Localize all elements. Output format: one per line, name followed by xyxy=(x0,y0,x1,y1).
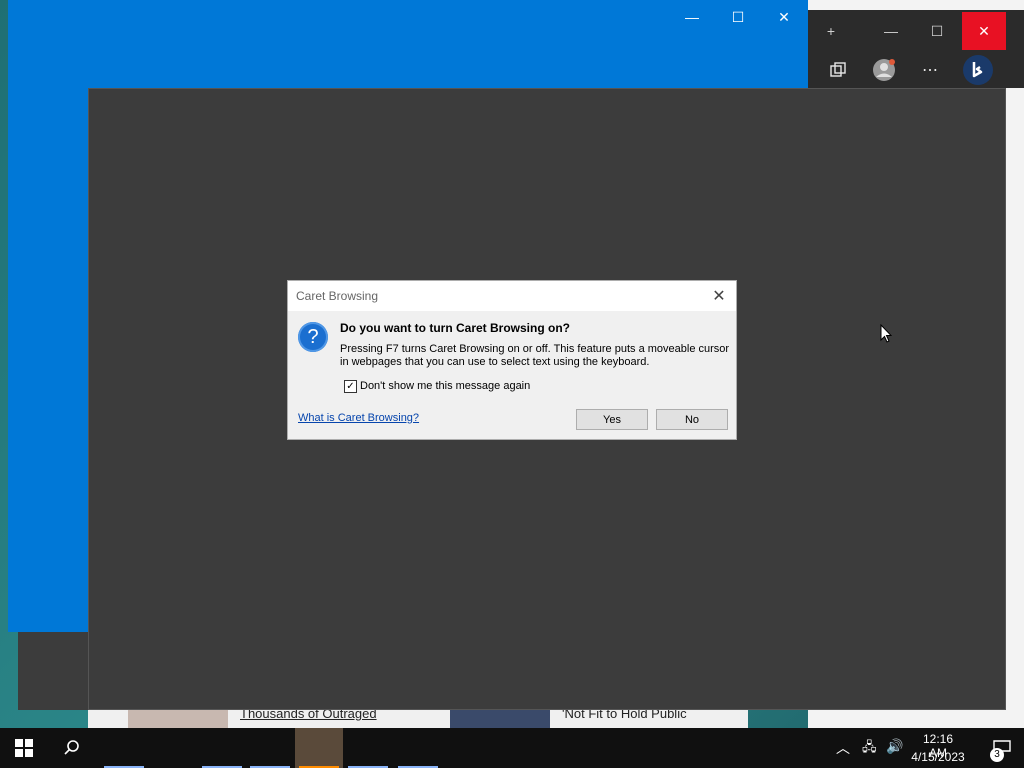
minimize-button[interactable]: — xyxy=(672,6,712,28)
clock-date[interactable]: 4/15/2023 xyxy=(910,750,966,764)
dont-show-again-label[interactable]: Don't show me this message again xyxy=(360,380,530,392)
taskbar-app[interactable] xyxy=(246,728,294,768)
collections-icon[interactable] xyxy=(824,56,852,84)
bing-icon[interactable] xyxy=(962,54,994,86)
question-icon: ? xyxy=(298,322,328,352)
notification-count-badge: 3 xyxy=(990,748,1004,762)
mouse-cursor-icon xyxy=(880,323,893,349)
taskbar-app[interactable] xyxy=(394,728,442,768)
windows-logo-icon xyxy=(15,739,33,757)
dialog-title: Caret Browsing xyxy=(296,289,379,303)
close-button[interactable]: ✕ xyxy=(764,6,804,28)
search-button[interactable] xyxy=(48,728,96,768)
maximize-button[interactable]: ☐ xyxy=(718,6,758,28)
start-button[interactable] xyxy=(0,728,48,768)
taskbar-app-active[interactable] xyxy=(295,728,343,768)
taskbar-app[interactable] xyxy=(198,728,246,768)
edge-maximize-button[interactable]: ☐ xyxy=(914,12,960,50)
help-link[interactable]: What is Caret Browsing? xyxy=(298,412,419,424)
edge-close-button[interactable]: ✕ xyxy=(962,12,1006,50)
taskbar-app[interactable] xyxy=(344,728,392,768)
edge-minimize-button[interactable]: — xyxy=(868,12,914,50)
search-icon xyxy=(64,740,79,755)
dont-show-again-checkbox[interactable]: ✓ xyxy=(344,380,357,393)
network-icon[interactable]: 🖧 xyxy=(862,738,877,760)
dialog-heading: Do you want to turn Caret Browsing on? xyxy=(340,321,570,335)
more-options-button[interactable]: ⋯ xyxy=(916,56,944,84)
show-hidden-icons-chevron-icon[interactable]: ︿ xyxy=(836,738,850,758)
profile-icon[interactable] xyxy=(870,56,898,84)
dialog-body-text: Pressing F7 turns Caret Browsing on or o… xyxy=(340,343,730,368)
taskbar-app[interactable] xyxy=(100,728,148,768)
notification-center-button[interactable] xyxy=(980,728,1024,768)
dialog-close-button[interactable]: ✕ xyxy=(708,285,730,307)
no-button[interactable]: No xyxy=(656,409,728,430)
dark-overlay-strip xyxy=(18,632,88,710)
new-tab-button[interactable]: + xyxy=(808,12,854,50)
caret-browsing-dialog: Caret Browsing ✕ ? Do you want to turn C… xyxy=(287,280,737,440)
yes-button[interactable]: Yes xyxy=(576,409,648,430)
volume-icon[interactable]: 🔊 xyxy=(886,738,903,755)
